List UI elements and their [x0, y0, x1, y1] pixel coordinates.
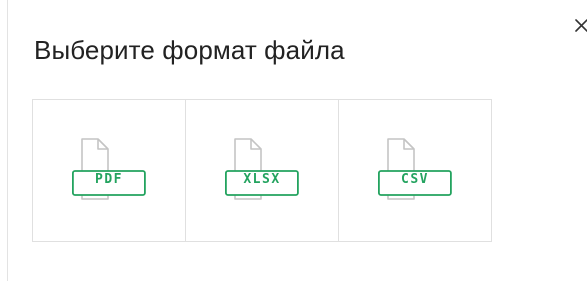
dialog-left-border	[7, 0, 8, 281]
format-label-csv: CSV	[401, 172, 429, 187]
close-button[interactable]	[573, 14, 587, 34]
file-icon	[378, 138, 452, 200]
format-option-csv[interactable]: CSV	[339, 100, 492, 241]
format-option-xlsx[interactable]: XLSX	[186, 100, 339, 241]
format-label-pdf: PDF	[95, 172, 123, 187]
export-format-dialog: Выберите формат файла PDF XLSX CSV	[0, 0, 587, 281]
file-icon	[72, 138, 146, 200]
dialog-title: Выберите формат файла	[34, 35, 345, 65]
file-icon	[225, 138, 299, 200]
format-option-pdf[interactable]: PDF	[33, 100, 186, 241]
close-icon	[575, 19, 587, 32]
format-label-xlsx: XLSX	[243, 172, 281, 187]
format-options: PDF XLSX CSV	[32, 99, 492, 242]
